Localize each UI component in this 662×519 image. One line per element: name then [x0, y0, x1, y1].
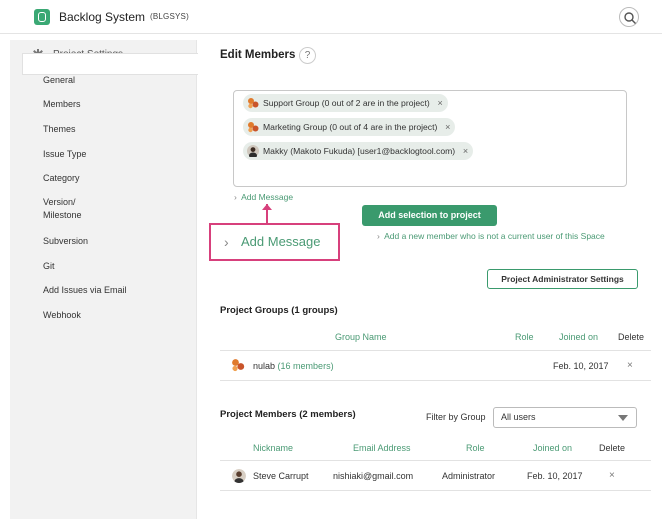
divider	[220, 460, 651, 461]
sidebar-item-git[interactable]: Git	[43, 260, 55, 273]
delete-group-icon[interactable]: ×	[627, 360, 633, 371]
sidebar-item-issue-type[interactable]: Issue Type	[43, 148, 86, 161]
column-header-group-name[interactable]: Group Name	[335, 332, 387, 342]
user-avatar-icon	[232, 469, 246, 483]
member-selection-box[interactable]: Support Group (0 out of 2 are in the pro…	[233, 90, 627, 187]
group-joined-on: Feb. 10, 2017	[553, 361, 609, 371]
selected-chip: Marketing Group (0 out of 4 are in the p…	[243, 118, 456, 136]
chip-label: Marketing Group (0 out of 4 are in the p…	[263, 122, 438, 132]
group-icon	[232, 359, 245, 372]
add-new-member-link[interactable]: › Add a new member who is not a current …	[377, 231, 605, 241]
add-message-callout: › Add Message	[209, 223, 340, 261]
chevron-right-icon: ›	[377, 231, 380, 241]
divider	[220, 350, 651, 351]
filter-selected-value: All users	[501, 412, 536, 422]
column-header-role[interactable]: Role	[466, 443, 485, 453]
group-member-count[interactable]: (16 members)	[278, 361, 334, 371]
sidebar-item-add-issues-via-email[interactable]: Add Issues via Email	[43, 284, 127, 297]
search-icon	[624, 12, 637, 25]
member-nickname[interactable]: Steve Carrupt	[253, 471, 309, 481]
sidebar-item-version-milestone[interactable]: Version/ Milestone	[43, 196, 82, 222]
app-title[interactable]: Backlog System	[59, 10, 145, 24]
group-name[interactable]: nulab (16 members)	[253, 361, 334, 371]
column-header-delete: Delete	[618, 332, 645, 342]
project-members-title: Project Members (2 members)	[220, 409, 356, 420]
column-header-joined-on[interactable]: Joined on	[559, 332, 598, 342]
page-title: Edit Members	[220, 49, 296, 61]
chevron-right-icon: ›	[234, 192, 237, 202]
remove-chip-icon[interactable]: ×	[437, 94, 442, 112]
add-new-member-link-label: Add a new member who is not a current us…	[384, 231, 605, 241]
sidebar: Project Settings	[10, 40, 197, 519]
caret-down-icon	[618, 415, 628, 421]
delete-member-icon[interactable]: ×	[609, 470, 615, 481]
member-joined-on: Feb. 10, 2017	[527, 471, 583, 481]
column-header-nickname[interactable]: Nickname	[253, 443, 293, 453]
column-header-delete: Delete	[599, 443, 626, 453]
help-icon[interactable]: ?	[299, 47, 316, 64]
group-name-label: nulab	[253, 361, 276, 371]
sidebar-item-general[interactable]: General	[43, 74, 75, 87]
remove-chip-icon[interactable]: ×	[463, 142, 468, 160]
sidebar-active-highlight	[22, 53, 198, 75]
add-message-callout-label: Add Message	[241, 234, 321, 249]
group-icon	[248, 98, 259, 109]
chip-label: Makky (Makoto Fukuda) [user1@backlogtool…	[263, 146, 456, 156]
chip-label: Support Group (0 out of 2 are in the pro…	[263, 98, 430, 108]
divider	[220, 490, 651, 491]
sidebar-item-subversion[interactable]: Subversion	[43, 235, 88, 248]
add-message-link-label: Add Message	[241, 192, 294, 202]
project-key: (BLGSYS)	[150, 12, 189, 21]
sidebar-item-members[interactable]: Members	[43, 98, 81, 111]
chevron-right-icon: ›	[224, 234, 229, 250]
user-avatar-icon	[247, 145, 259, 157]
filter-by-group-label: Filter by Group	[426, 412, 486, 422]
column-header-email[interactable]: Email Address	[353, 443, 411, 453]
backlog-logo-icon[interactable]	[34, 9, 50, 25]
project-admin-settings-button[interactable]: Project Administrator Settings	[487, 269, 638, 289]
selected-chip: Support Group (0 out of 2 are in the pro…	[243, 94, 448, 112]
add-selection-button[interactable]: Add selection to project	[362, 205, 497, 226]
divider	[220, 380, 651, 381]
sidebar-item-webhook[interactable]: Webhook	[43, 309, 81, 322]
search-button[interactable]	[619, 7, 639, 27]
sidebar-item-category[interactable]: Category	[43, 172, 80, 185]
remove-chip-icon[interactable]: ×	[445, 118, 450, 136]
top-bar: Backlog System (BLGSYS)	[0, 0, 662, 34]
column-header-role[interactable]: Role	[515, 332, 534, 342]
column-header-joined-on[interactable]: Joined on	[533, 443, 572, 453]
filter-by-group-select[interactable]: All users	[493, 407, 637, 428]
selected-chip: Makky (Makoto Fukuda) [user1@backlogtool…	[243, 142, 474, 160]
member-email: nishiaki@gmail.com	[333, 471, 414, 481]
add-message-link[interactable]: › Add Message	[234, 192, 293, 202]
project-groups-title: Project Groups (1 groups)	[220, 305, 338, 316]
sidebar-item-themes[interactable]: Themes	[43, 123, 76, 136]
member-role: Administrator	[442, 471, 496, 481]
group-icon	[248, 122, 259, 133]
